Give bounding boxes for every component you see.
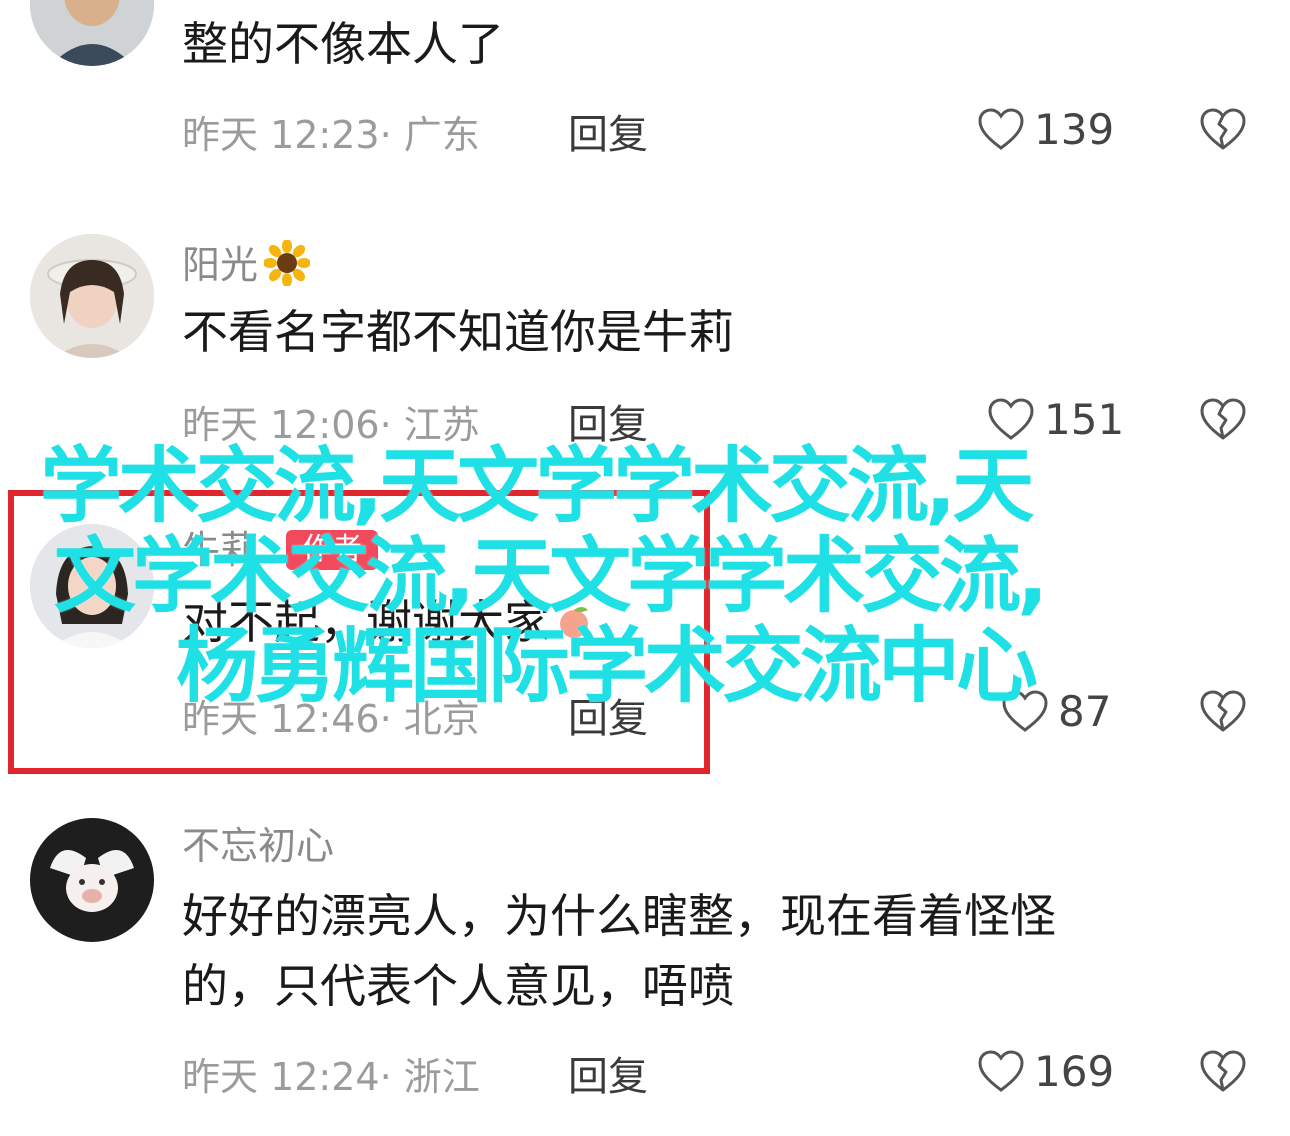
reply-button[interactable]: 回复 [568,102,648,160]
heart-outline-icon [978,108,1024,150]
heart-outline-icon [988,398,1034,440]
dislike-button[interactable] [1198,1048,1248,1094]
avatar[interactable] [30,818,154,942]
comment-username[interactable]: 阳光 [182,240,311,287]
dislike-button[interactable] [1198,396,1248,442]
like-count: 151 [1044,394,1125,444]
like-button[interactable]: 139 [976,104,1114,154]
like-count: 169 [1034,1046,1115,1096]
comment-time-location: 昨天 12:24· 浙江 [182,1055,480,1099]
like-button[interactable]: 151 [986,394,1124,444]
comment-time-location: 昨天 12:23· 广东 [182,113,480,157]
dislike-button[interactable] [1198,688,1248,734]
comment-text: 整的不像本人了 [182,17,504,71]
avatar[interactable] [30,0,154,66]
comment-text: 不看名字都不知道你是牛莉 [182,305,734,359]
avatar[interactable] [30,234,154,358]
broken-heart-icon [1200,1050,1246,1092]
reply-button[interactable]: 回复 [568,1044,648,1102]
overlay-line: 学术交流,天文学学术交流,天 [40,439,1034,534]
comment-text: 好好的漂亮人，为什么瞎整，现在看着怪怪 的，只代表个人意见，唔喷 [182,889,1056,1013]
broken-heart-icon [1200,108,1246,150]
dislike-button[interactable] [1198,106,1248,152]
comment-username[interactable]: 不忘初心 [182,824,334,868]
like-count: 87 [1058,686,1112,736]
heart-outline-icon [978,1050,1024,1092]
overlay-line: 文学术交流,天文学学术交流, [54,529,1048,624]
overlay-line: 杨勇辉国际学术交流中心 [176,619,1038,714]
like-button[interactable]: 169 [976,1046,1114,1096]
broken-heart-icon [1200,690,1246,732]
sunflower-icon [264,240,311,286]
like-count: 139 [1034,104,1115,154]
broken-heart-icon [1200,398,1246,440]
